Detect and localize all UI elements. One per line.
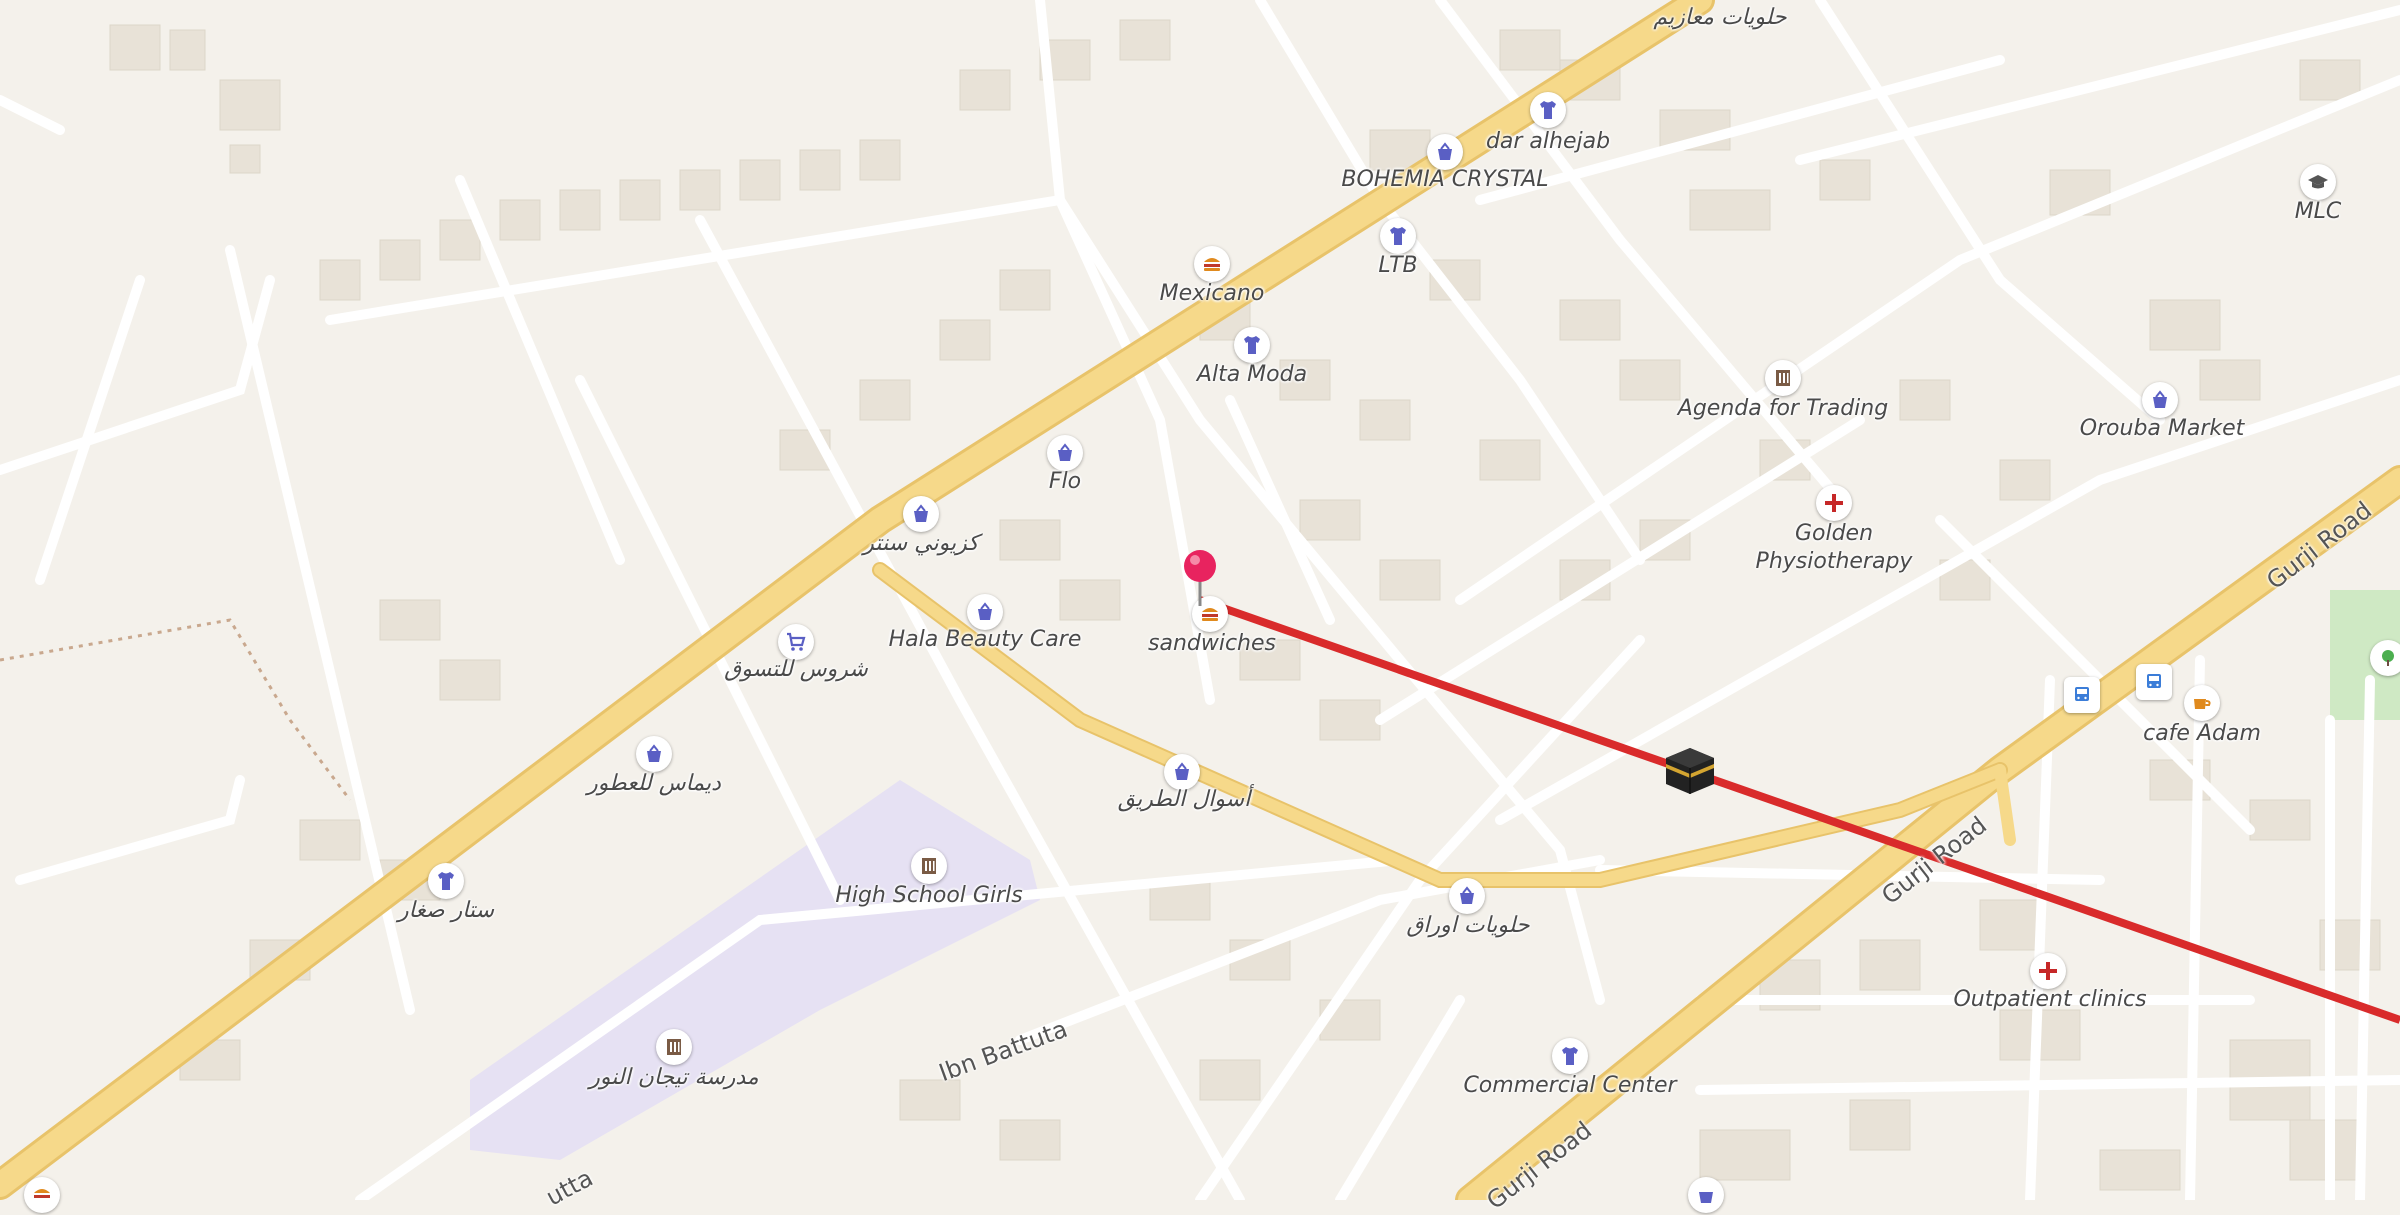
bus-icon [2147, 674, 2161, 688]
shopping-bag-icon [1699, 1192, 1713, 1203]
poi-label-commercial-center[interactable]: Commercial Center [1463, 1072, 1676, 1100]
tree-icon [2382, 650, 2394, 666]
school-icon [667, 1039, 681, 1055]
shirt-icon [1540, 101, 1556, 119]
poi-ltb[interactable] [1380, 218, 1416, 254]
poi-label-mexicano[interactable]: Mexicano [1160, 280, 1265, 308]
poi-bohemia-crystal[interactable] [1427, 134, 1463, 170]
poi-label-sandwiches[interactable]: sandwiches [1148, 630, 1276, 658]
shopping-bag-icon [647, 744, 661, 762]
poi-outpatient[interactable] [2030, 953, 2066, 989]
poi-commercial-center[interactable] [1552, 1038, 1588, 1074]
poi-label-hala-beauty[interactable]: Hala Beauty Care [889, 626, 1082, 654]
poi-label-star-sighar[interactable]: ستار صغار [398, 897, 494, 925]
poi-star-sighar[interactable] [428, 863, 464, 899]
poi-label-bohemia-crystal[interactable]: BOHEMIA CRYSTAL [1341, 166, 1548, 194]
poi-label-shorouq[interactable]: شروس للتسوق [724, 656, 868, 684]
poi-label-golden-physio[interactable]: Golden Physiotherapy [1756, 520, 1913, 576]
poi-label-orouba-market[interactable]: Orouba Market [2080, 415, 2245, 443]
poi-mexicano[interactable] [1194, 246, 1230, 282]
shopping-bag-icon [2153, 390, 2167, 408]
poi-label-mlc[interactable]: MLC [2295, 198, 2342, 226]
poi-label-cafe-adam[interactable]: cafe Adam [2143, 720, 2261, 748]
bus-stop-2[interactable] [2136, 664, 2172, 700]
shopping-bag-icon [1438, 142, 1452, 160]
shirt-icon [438, 872, 454, 890]
shopping-bag-icon [1460, 886, 1474, 904]
poi-label-halawiyat-awraq[interactable]: حلويات اوراق [1406, 912, 1529, 940]
poi-high-school[interactable] [911, 848, 947, 884]
poi-label-ltb[interactable]: LTB [1378, 252, 1417, 280]
burger-icon [1204, 258, 1220, 271]
shirt-icon [1390, 227, 1406, 245]
poi-label-agenda-trading[interactable]: Agenda for Trading [1678, 395, 1888, 423]
poi-orouba-market[interactable] [2142, 382, 2178, 418]
location-pin[interactable] [1182, 548, 1218, 608]
poi-label-kidz-center[interactable]: كزيوني سنتر [863, 530, 978, 558]
kaaba-icon[interactable] [1662, 742, 1718, 798]
shopping-bag-icon [914, 504, 928, 522]
poi-shorouq[interactable] [778, 624, 814, 660]
poi-halawiyat-awraq[interactable] [1449, 878, 1485, 914]
poi-taj-school[interactable] [656, 1029, 692, 1065]
poi-label-taj-school[interactable]: مدرسة تيجان النور [589, 1064, 758, 1092]
graduation-cap-icon [2308, 175, 2328, 189]
shirt-icon [1244, 336, 1260, 354]
poi-bottom-center[interactable] [1688, 1177, 1724, 1213]
poi-golden-physio[interactable] [1816, 485, 1852, 521]
poi-label-high-school[interactable]: High School Girls [835, 882, 1022, 910]
poi-dimas[interactable] [636, 736, 672, 772]
poi-label-alta-moda[interactable]: Alta Moda [1197, 361, 1307, 389]
poi-label-halawiyat-maazim[interactable]: حلويات معازيم [1653, 4, 1786, 32]
park-poi[interactable] [2370, 640, 2400, 676]
burger-icon [34, 1189, 50, 1198]
medical-cross-icon [2039, 962, 2057, 980]
poi-bottom-left[interactable] [24, 1177, 60, 1213]
coffee-icon [2194, 699, 2211, 709]
school-icon [922, 858, 936, 874]
poi-asal-tareeq[interactable] [1164, 754, 1200, 790]
bus-stop-1[interactable] [2064, 677, 2100, 713]
poi-label-flo[interactable]: Flo [1049, 468, 1081, 496]
shopping-bag-icon [1175, 762, 1189, 780]
school-icon [1776, 370, 1790, 386]
poi-label-dar-alhejab[interactable]: dar alhejab [1486, 128, 1610, 156]
poi-label-asal-tareeq[interactable]: أسوال الطريق [1118, 786, 1250, 814]
shirt-icon [1562, 1047, 1578, 1065]
poi-label-dimas[interactable]: ديماس للعطور [587, 770, 721, 798]
shopping-cart-icon [787, 632, 806, 651]
poi-label-outpatient[interactable]: Outpatient clinics [1953, 986, 2146, 1014]
poi-mlc[interactable] [2300, 164, 2336, 200]
shopping-bag-icon [1058, 443, 1072, 461]
poi-kidz-center[interactable] [903, 496, 939, 532]
poi-agenda-trading[interactable] [1765, 360, 1801, 396]
poi-alta-moda[interactable] [1234, 327, 1270, 363]
poi-dar-alhejab[interactable] [1530, 92, 1566, 128]
shopping-bag-icon [978, 602, 992, 620]
poi-hala-beauty[interactable] [967, 594, 1003, 630]
bus-icon [2075, 687, 2089, 701]
poi-flo[interactable] [1047, 435, 1083, 471]
poi-cafe-adam[interactable] [2184, 685, 2220, 721]
medical-cross-icon [1825, 494, 1843, 512]
